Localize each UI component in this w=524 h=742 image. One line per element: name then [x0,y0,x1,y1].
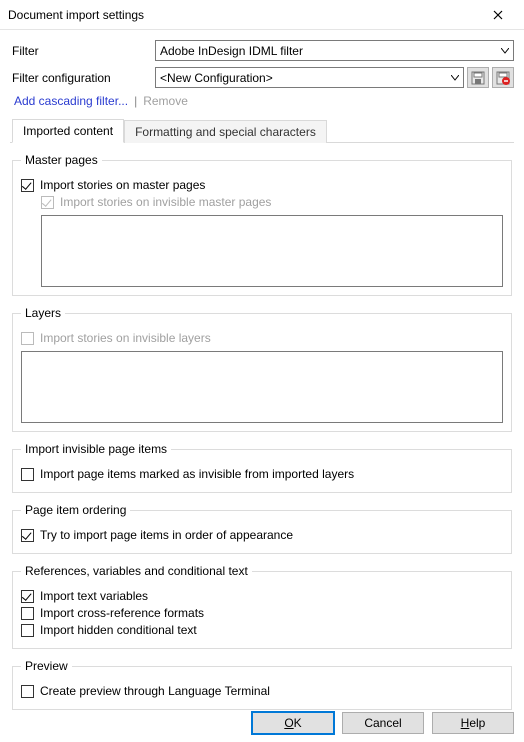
checkbox-text-vars[interactable] [21,590,34,603]
cancel-button-label: Cancel [364,716,401,730]
group-ordering: Page item ordering Try to import page it… [12,503,512,554]
layers-listbox[interactable] [21,351,503,423]
save-config-button[interactable] [467,67,489,88]
filter-select-value: Adobe InDesign IDML filter [160,44,303,58]
checkbox-import-master[interactable] [21,179,34,192]
label-import-marked-invisible: Import page items marked as invisible fr… [40,467,354,481]
group-ordering-legend: Page item ordering [21,503,130,517]
filter-select[interactable]: Adobe InDesign IDML filter [155,40,514,61]
tab-panel-imported: Master pages Import stories on master pa… [10,143,514,722]
config-label: Filter configuration [10,71,155,85]
ok-button[interactable]: OK [252,712,334,734]
window-title: Document import settings [8,8,480,22]
config-select-value: <New Configuration> [160,71,273,85]
checkbox-import-invisible-layers [21,332,34,345]
close-icon [493,10,503,20]
cancel-button[interactable]: Cancel [342,712,424,734]
group-layers: Layers Import stories on invisible layer… [12,306,512,432]
dialog-content: Filter Adobe InDesign IDML filter Filter… [0,30,524,730]
checkbox-hidden-cond[interactable] [21,624,34,637]
label-import-invisible-layers: Import stories on invisible layers [40,331,211,345]
checkbox-xref[interactable] [21,607,34,620]
tab-strip: Imported content Formatting and special … [10,118,514,143]
label-import-master: Import stories on master pages [40,178,205,192]
separator: | [134,94,137,108]
titlebar: Document import settings [0,0,524,30]
label-hidden-cond: Import hidden conditional text [40,623,197,637]
disk-delete-icon [496,71,510,85]
chevron-down-icon [501,48,509,54]
chevron-down-icon [451,75,459,81]
group-references: References, variables and conditional te… [12,564,512,649]
label-xref: Import cross-reference formats [40,606,204,620]
group-layers-legend: Layers [21,306,65,320]
tab-imported-label: Imported content [23,124,113,138]
delete-config-button[interactable] [492,67,514,88]
help-button[interactable]: Help [432,712,514,734]
tab-formatting[interactable]: Formatting and special characters [124,120,327,143]
tab-formatting-label: Formatting and special characters [135,125,316,139]
group-preview: Preview Create preview through Language … [12,659,512,710]
label-import-invisible-master: Import stories on invisible master pages [60,195,271,209]
tab-imported-content[interactable]: Imported content [12,119,124,143]
group-invisible-items: Import invisible page items Import page … [12,442,512,493]
remove-cascading-link: Remove [143,94,188,108]
label-text-vars: Import text variables [40,589,148,603]
master-pages-listbox[interactable] [41,215,503,287]
group-master-pages: Master pages Import stories on master pa… [12,153,512,296]
checkbox-try-order[interactable] [21,529,34,542]
group-invisible-items-legend: Import invisible page items [21,442,171,456]
close-button[interactable] [480,1,516,29]
group-preview-legend: Preview [21,659,72,673]
checkbox-import-invisible-master [41,196,54,209]
add-cascading-filter-link[interactable]: Add cascading filter... [14,94,128,108]
checkbox-import-marked-invisible[interactable] [21,468,34,481]
group-references-legend: References, variables and conditional te… [21,564,252,578]
disk-icon [471,71,485,85]
filter-row: Filter Adobe InDesign IDML filter [10,40,514,61]
config-row: Filter configuration <New Configuration> [10,67,514,88]
filter-label: Filter [10,44,155,58]
dialog-footer: OK Cancel Help [252,712,514,734]
cascade-row: Add cascading filter... | Remove [14,94,514,108]
label-try-order: Try to import page items in order of app… [40,528,293,542]
label-create-preview: Create preview through Language Terminal [40,684,270,698]
config-select[interactable]: <New Configuration> [155,67,464,88]
checkbox-create-preview[interactable] [21,685,34,698]
group-master-pages-legend: Master pages [21,153,102,167]
